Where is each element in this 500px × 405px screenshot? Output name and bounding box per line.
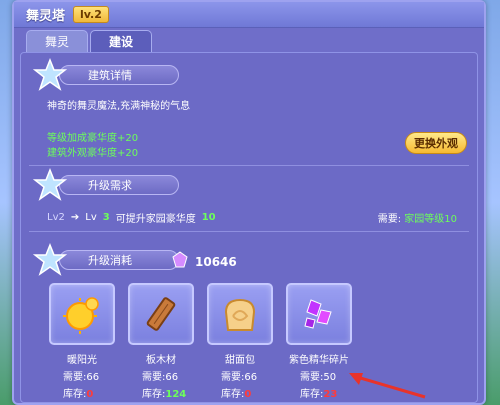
red-arrow-pointer	[349, 373, 426, 399]
section-header-building-details: 建筑详情	[32, 57, 179, 92]
item-stock: 库存:23	[300, 385, 352, 400]
item-need: 需要:50	[300, 368, 352, 383]
section-title: 升级消耗	[59, 250, 179, 270]
need-label: 需要:	[221, 372, 245, 383]
stock-label: 库存:	[142, 389, 166, 400]
section-title: 升级需求	[59, 175, 179, 195]
item-name: 暖阳光	[67, 355, 97, 366]
arrow-right-icon: ➔	[70, 212, 80, 223]
crystal-total: 10646	[171, 251, 237, 272]
building-description: 神奇的舞灵魔法,充满神秘的气息	[47, 101, 191, 112]
level-badge: lv.2	[73, 6, 109, 23]
section-title: 建筑详情	[59, 65, 179, 85]
sun-icon	[63, 297, 99, 334]
level-upgrade-info: Lv2 ➔ Lv 3 可提升家园豪华度 10	[47, 210, 216, 225]
divider	[29, 231, 469, 232]
item-name: 板木材	[146, 355, 176, 366]
stock-label: 库存:	[300, 389, 324, 400]
item-slot[interactable]	[207, 283, 273, 345]
item-name: 紫色精华碎片	[289, 355, 349, 366]
need-label: 需要:	[142, 372, 166, 383]
cost-item[interactable]: 暖阳光 需要:66 库存:0	[49, 283, 115, 400]
tab-dance-spirit[interactable]: 舞灵	[26, 30, 88, 52]
window-title: 舞灵塔	[26, 9, 66, 24]
current-level: Lv2	[47, 212, 65, 223]
requirement-need: 需要: 家园等级10	[378, 210, 457, 225]
section-header-upgrade-cost: 升级消耗	[32, 242, 179, 277]
divider	[29, 165, 469, 166]
need-label: 需要:	[377, 214, 402, 225]
stock-label: 库存:	[221, 389, 245, 400]
item-need: 需要:66	[142, 368, 194, 383]
bonus-level: 等级加成豪华度+20	[47, 133, 139, 144]
star-icon	[32, 242, 68, 277]
need-value: 家园等级10	[404, 214, 457, 225]
bonus-appearance: 建筑外观豪华度+20	[47, 148, 139, 159]
star-icon	[32, 57, 68, 92]
need-label: 需要:	[63, 372, 87, 383]
cost-items: 暖阳光 需要:66 库存:0 板木材 需要:66 库存:124 甜面包 需要:6…	[49, 283, 352, 400]
need-value: 66	[165, 372, 179, 383]
crystal-icon	[171, 251, 189, 272]
need-value: 50	[323, 372, 337, 383]
item-slot[interactable]	[286, 283, 352, 345]
cost-item[interactable]: 紫色精华碎片 需要:50 库存:23	[286, 283, 352, 400]
change-appearance-button[interactable]: 更换外观	[405, 132, 467, 154]
bread-icon	[224, 298, 256, 331]
item-slot[interactable]	[49, 283, 115, 345]
next-level-prefix: Lv	[85, 212, 97, 223]
stock-value: 0	[244, 389, 252, 400]
item-stock: 库存:124	[142, 385, 194, 400]
item-stock: 库存:0	[221, 385, 273, 400]
section-header-upgrade-requirements: 升级需求	[32, 167, 179, 202]
item-name: 甜面包	[225, 355, 255, 366]
item-slot[interactable]	[128, 283, 194, 345]
stock-label: 库存:	[63, 389, 87, 400]
upgrade-effect-value: 10	[201, 212, 216, 223]
need-value: 66	[244, 372, 258, 383]
tab-bar: 舞灵 建设	[26, 30, 152, 52]
cost-item[interactable]: 甜面包 需要:66 库存:0	[207, 283, 273, 400]
cost-item[interactable]: 板木材 需要:66 库存:124	[128, 283, 194, 400]
star-icon	[32, 167, 68, 202]
upgrade-effect: 可提升家园豪华度	[115, 214, 196, 225]
item-stock: 库存:0	[63, 385, 115, 400]
building-window: 舞灵塔 lv.2 舞灵 建设 建筑详情 神奇的舞灵魔法,充满神秘的气息 等级加成…	[12, 0, 486, 405]
wood-plank-icon	[146, 297, 176, 331]
next-level: 3	[102, 212, 110, 223]
item-need: 需要:66	[221, 368, 273, 383]
content-panel: 建筑详情 神奇的舞灵魔法,充满神秘的气息 等级加成豪华度+20 建筑外观豪华度+…	[20, 52, 478, 403]
need-label: 需要:	[300, 372, 324, 383]
title-bar: 舞灵塔 lv.2	[14, 2, 484, 28]
stock-value: 124	[165, 389, 187, 400]
stock-value: 0	[86, 389, 94, 400]
purple-crystal-icon	[304, 299, 332, 329]
item-need: 需要:66	[63, 368, 115, 383]
need-value: 66	[86, 372, 100, 383]
tab-build[interactable]: 建设	[90, 30, 152, 52]
stock-value: 23	[323, 389, 338, 400]
crystal-count: 10646	[195, 254, 237, 269]
